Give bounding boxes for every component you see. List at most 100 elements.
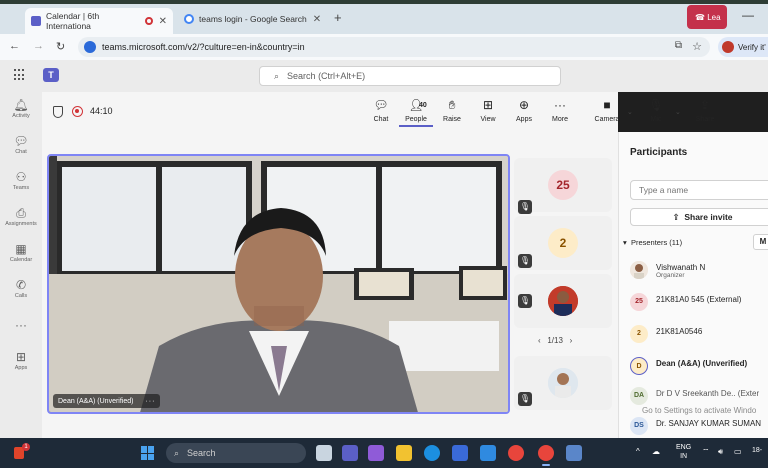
share-icon: ⇪ [699, 98, 711, 112]
rail-calendar[interactable]: ▦ Calendar [0, 242, 42, 263]
minimize-window-button[interactable]: — [742, 8, 754, 22]
more-icon: ··· [15, 318, 27, 332]
store-icon[interactable] [452, 445, 468, 461]
participant-row[interactable]: 25 21K81A0 545 (External) [630, 290, 768, 314]
search-icon: ⌕ [274, 70, 280, 81]
raise-hand-button[interactable]: ✋︎ Raise [435, 97, 469, 123]
participant-tile-photo-2[interactable]: 🎙︎ [514, 356, 612, 410]
app-icon[interactable] [566, 445, 582, 461]
close-tab-icon[interactable]: ✕ [159, 16, 167, 27]
close-tab-icon[interactable]: ✕ [313, 14, 321, 25]
rail-calls[interactable]: ✆ Calls [0, 278, 42, 299]
teams-app-icon[interactable] [342, 445, 358, 461]
widgets-button[interactable]: 1 [8, 443, 30, 463]
new-tab-button[interactable]: + [334, 10, 342, 25]
profile-verify-button[interactable]: Verify it' [718, 37, 768, 57]
share-invite-button[interactable]: ⇪ Share invite [630, 208, 768, 226]
more-button[interactable]: ··· More [543, 97, 577, 123]
rail-more[interactable]: ··· [0, 318, 42, 332]
taskbar-search[interactable]: ⌕ Search [166, 443, 306, 463]
avatar-photo [548, 286, 578, 316]
teams-header: T ⌕ Search (Ctrl+Alt+E) [0, 60, 768, 92]
rail-activity[interactable]: 🔔︎ Activity [0, 98, 42, 119]
bell-icon: 🔔︎ [13, 98, 29, 112]
avatar: 25 [630, 293, 648, 311]
url-text: teams.microsoft.com/v2/?culture=en-in&co… [102, 42, 305, 52]
file-explorer-icon[interactable] [396, 445, 412, 461]
browser-tabstrip: Calendar | 6th Internationa ✕ teams logi… [0, 0, 768, 34]
tab-google-search[interactable]: teams login - Google Search ✕ [178, 8, 328, 30]
camera-options-chevron-icon[interactable]: ⌄ [627, 108, 633, 116]
cast-icon[interactable]: ⧉ [675, 40, 682, 51]
tray-overflow-icon[interactable]: ^ [636, 447, 640, 456]
tab-calendar[interactable]: Calendar | 6th Internationa ✕ [25, 8, 173, 34]
teams-search-input[interactable]: ⌕ Search (Ctrl+Alt+E) [259, 66, 561, 86]
rail-apps[interactable]: ⊞ Apps [0, 350, 42, 371]
participant-name: Dr D V Sreekanth De.. (Exter [656, 389, 760, 398]
participant-row[interactable]: DA Dr D V Sreekanth De.. (Exter [630, 384, 768, 408]
url-field[interactable]: teams.microsoft.com/v2/?culture=en-in&co… [78, 37, 710, 57]
back-arrow-icon[interactable]: ← [9, 40, 20, 52]
avatar: DA [630, 387, 648, 405]
site-info-icon[interactable] [84, 41, 96, 53]
camera-button[interactable]: ■ Camera [590, 97, 624, 123]
mic-off-icon: 🎙︎ [648, 98, 664, 112]
clock[interactable]: 18- [752, 447, 762, 454]
mute-all-button[interactable]: M [753, 234, 768, 250]
rail-teams[interactable]: ⚇ Teams [0, 170, 42, 191]
input-language[interactable]: ENG IN [676, 443, 691, 461]
toolbar-label: More [552, 116, 568, 123]
chat-button[interactable]: 💬︎ Chat [364, 97, 398, 123]
chrome-active-icon[interactable] [538, 445, 554, 466]
leave-button[interactable]: ☎ Lea [687, 5, 727, 29]
tile-pager[interactable]: ‹ 1/13 › [538, 336, 572, 345]
rail-assignments[interactable]: ⎙ Assignments [0, 206, 42, 227]
assignments-icon: ⎙ [16, 206, 26, 220]
share-button[interactable]: ⇪ Share [688, 97, 722, 123]
prev-page-icon[interactable]: ‹ [538, 336, 541, 345]
bookmark-star-icon[interactable]: ☆ [692, 40, 702, 53]
apps-icon: ⊞ [15, 350, 27, 364]
page-indicator: 1/13 [547, 336, 563, 345]
participant-row[interactable]: 2 21K81A0546 [630, 322, 768, 346]
main-video-tile[interactable]: Dean (A&A) (Unverified) ··· [47, 154, 510, 414]
panel-title: Participants [630, 147, 688, 158]
copilot-icon[interactable] [368, 445, 384, 461]
participant-row[interactable]: DS Dr. SANJAY KUMAR SUMAN [630, 414, 768, 438]
address-bar-row: ← → ↻ teams.microsoft.com/v2/?culture=en… [0, 34, 768, 60]
teams-logo-icon: T [43, 68, 59, 82]
people-button[interactable]: 👤︎ 40 People [399, 97, 433, 127]
rail-label: Activity [12, 113, 30, 119]
reload-icon[interactable]: ↻ [56, 40, 65, 53]
presenters-label: Presenters (11) [630, 238, 683, 247]
participant-tile-photo[interactable]: 🎙︎ [514, 274, 612, 328]
mic-button[interactable]: 🎙︎ Mic [639, 97, 673, 123]
task-view-icon[interactable] [316, 445, 332, 461]
battery-icon[interactable]: ▭ [734, 447, 742, 456]
edge-icon[interactable] [424, 445, 440, 461]
presenters-section-toggle[interactable]: ▾ Presenters (11) [623, 238, 682, 247]
participant-search-input[interactable] [630, 180, 768, 200]
view-button[interactable]: ⊞ View [471, 97, 505, 123]
wifi-icon[interactable]: ⌔ [702, 447, 710, 457]
mail-icon[interactable] [480, 445, 496, 461]
toolbar-label: Share [695, 116, 715, 123]
participant-row-active-speaker[interactable]: D Dean (A&A) (Unverified) [630, 354, 768, 378]
profile-avatar-icon [722, 41, 734, 53]
apps-button[interactable]: ⊕ Apps [507, 97, 541, 123]
forward-arrow-icon[interactable]: → [33, 40, 44, 52]
start-button[interactable] [141, 446, 155, 460]
participant-name: Vishwanath N [656, 263, 706, 272]
next-page-icon[interactable]: › [570, 336, 573, 345]
mic-options-chevron-icon[interactable]: ⌄ [675, 108, 681, 116]
participant-tile-2[interactable]: 🎙︎ 2 🎙︎ [514, 200, 612, 270]
taskbar-search-label: Search [187, 448, 216, 458]
more-options-icon[interactable]: ··· [145, 398, 155, 405]
search-icon: ⌕ [174, 447, 180, 458]
rail-chat[interactable]: 💬︎ Chat [0, 134, 42, 155]
participant-row[interactable]: Vishwanath N Organizer [630, 258, 768, 282]
volume-icon[interactable]: 🔊︎ [718, 447, 723, 457]
app-launcher-icon[interactable] [14, 69, 26, 81]
cloud-icon[interactable]: ☁ [652, 447, 660, 456]
chrome-icon[interactable] [508, 445, 524, 461]
